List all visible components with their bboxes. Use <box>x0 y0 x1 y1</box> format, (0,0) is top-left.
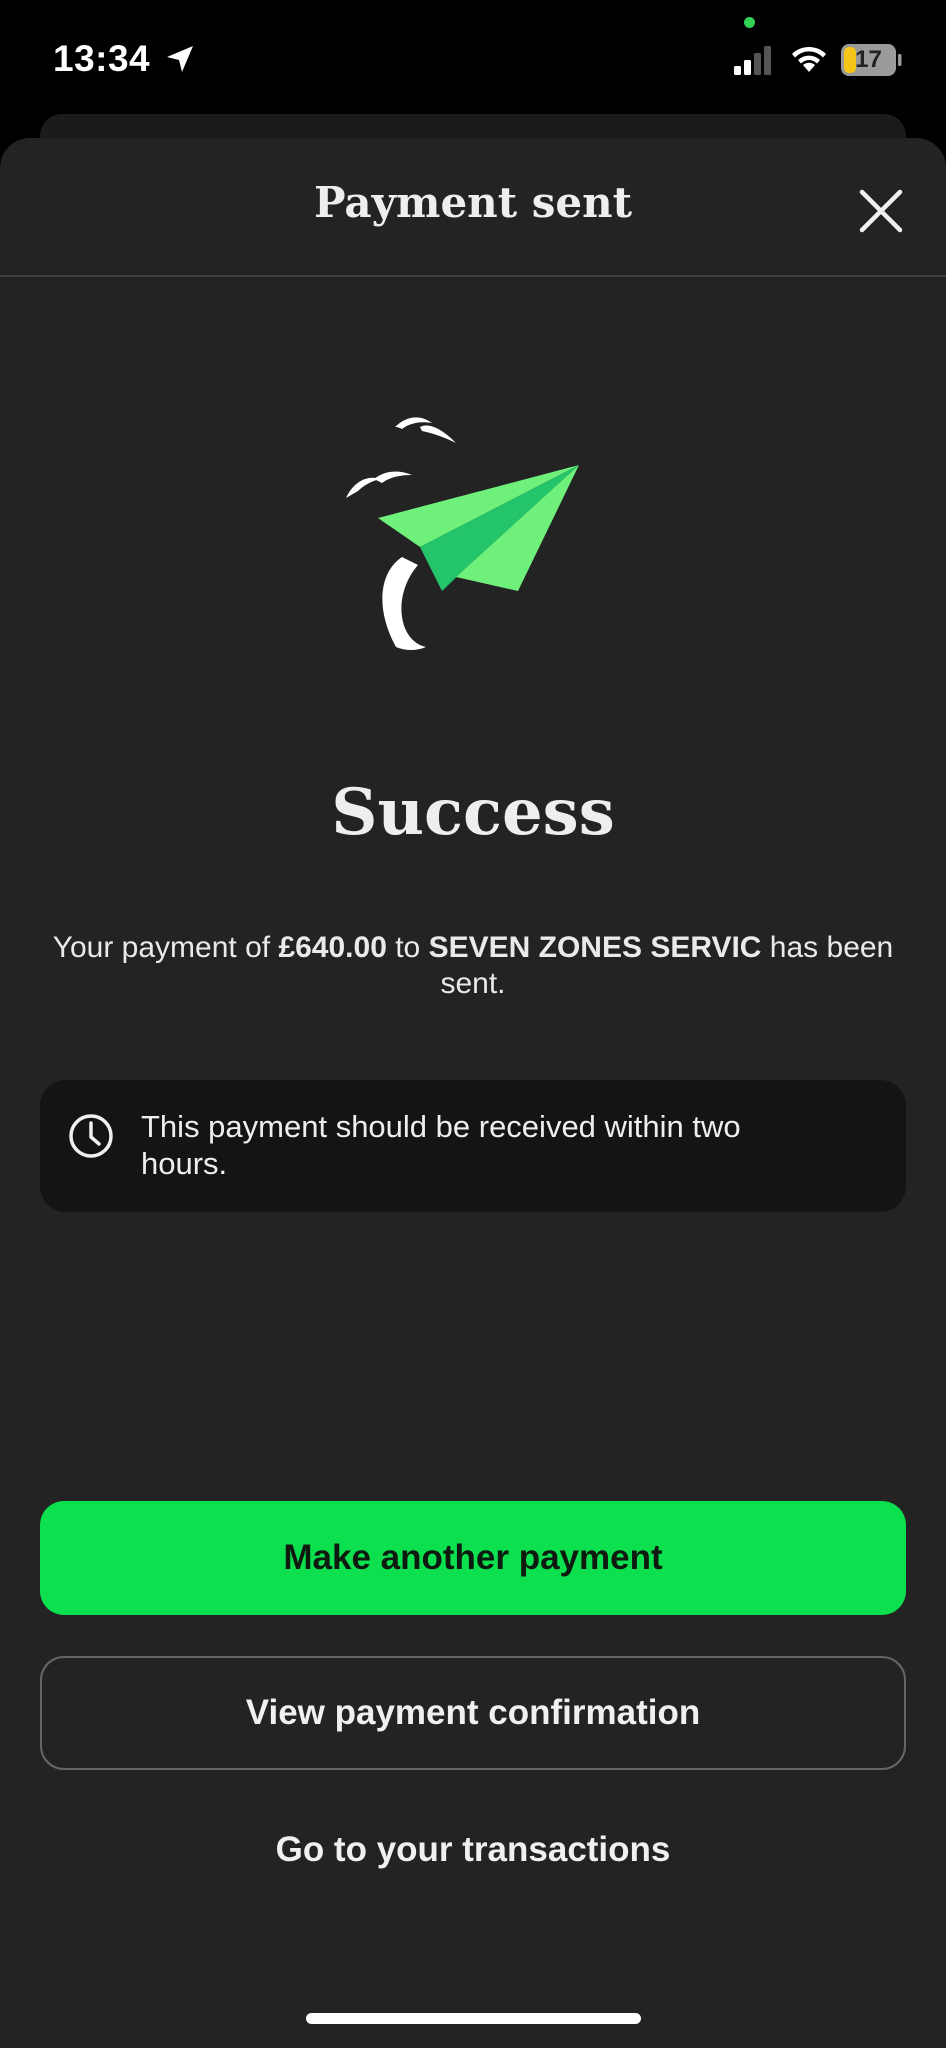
signal-icon <box>734 46 771 75</box>
trail-swirl <box>382 557 426 650</box>
info-box: This payment should be received within t… <box>40 1080 906 1212</box>
sheet-header: Payment sent <box>0 138 946 277</box>
bird-icon <box>346 477 380 498</box>
page-title: Payment sent <box>313 178 633 227</box>
message-middle: to <box>386 931 429 964</box>
close-icon <box>859 189 903 233</box>
view-payment-confirmation-button[interactable]: View payment confirmation <box>40 1656 906 1770</box>
info-text: This payment should be received within t… <box>141 1109 741 1181</box>
payee-name: SEVEN ZONES SERVIC <box>428 931 762 964</box>
privacy-indicator-dot <box>744 17 755 28</box>
payment-message: Your payment of £640.00 to SEVEN ZONES S… <box>40 930 906 1002</box>
wifi-icon <box>792 46 826 72</box>
payment-amount: £640.00 <box>278 931 387 964</box>
status-time: 13:34 <box>53 38 151 79</box>
close-button[interactable] <box>850 180 912 242</box>
go-to-transactions-link[interactable]: Go to your transactions <box>40 1810 906 1890</box>
paper-plane-icon <box>346 417 579 650</box>
status-bar: 13:34 17 <box>0 0 946 115</box>
success-heading: Success <box>331 775 615 850</box>
make-another-payment-button[interactable]: Make another payment <box>40 1501 906 1615</box>
battery-level: 17 <box>855 46 882 73</box>
bird-icon <box>420 425 456 443</box>
location-arrow-icon <box>167 46 193 72</box>
message-prefix: Your payment of <box>52 931 279 964</box>
bird-icon <box>374 471 412 483</box>
clock-icon <box>69 1114 113 1158</box>
home-indicator <box>306 2013 641 2024</box>
